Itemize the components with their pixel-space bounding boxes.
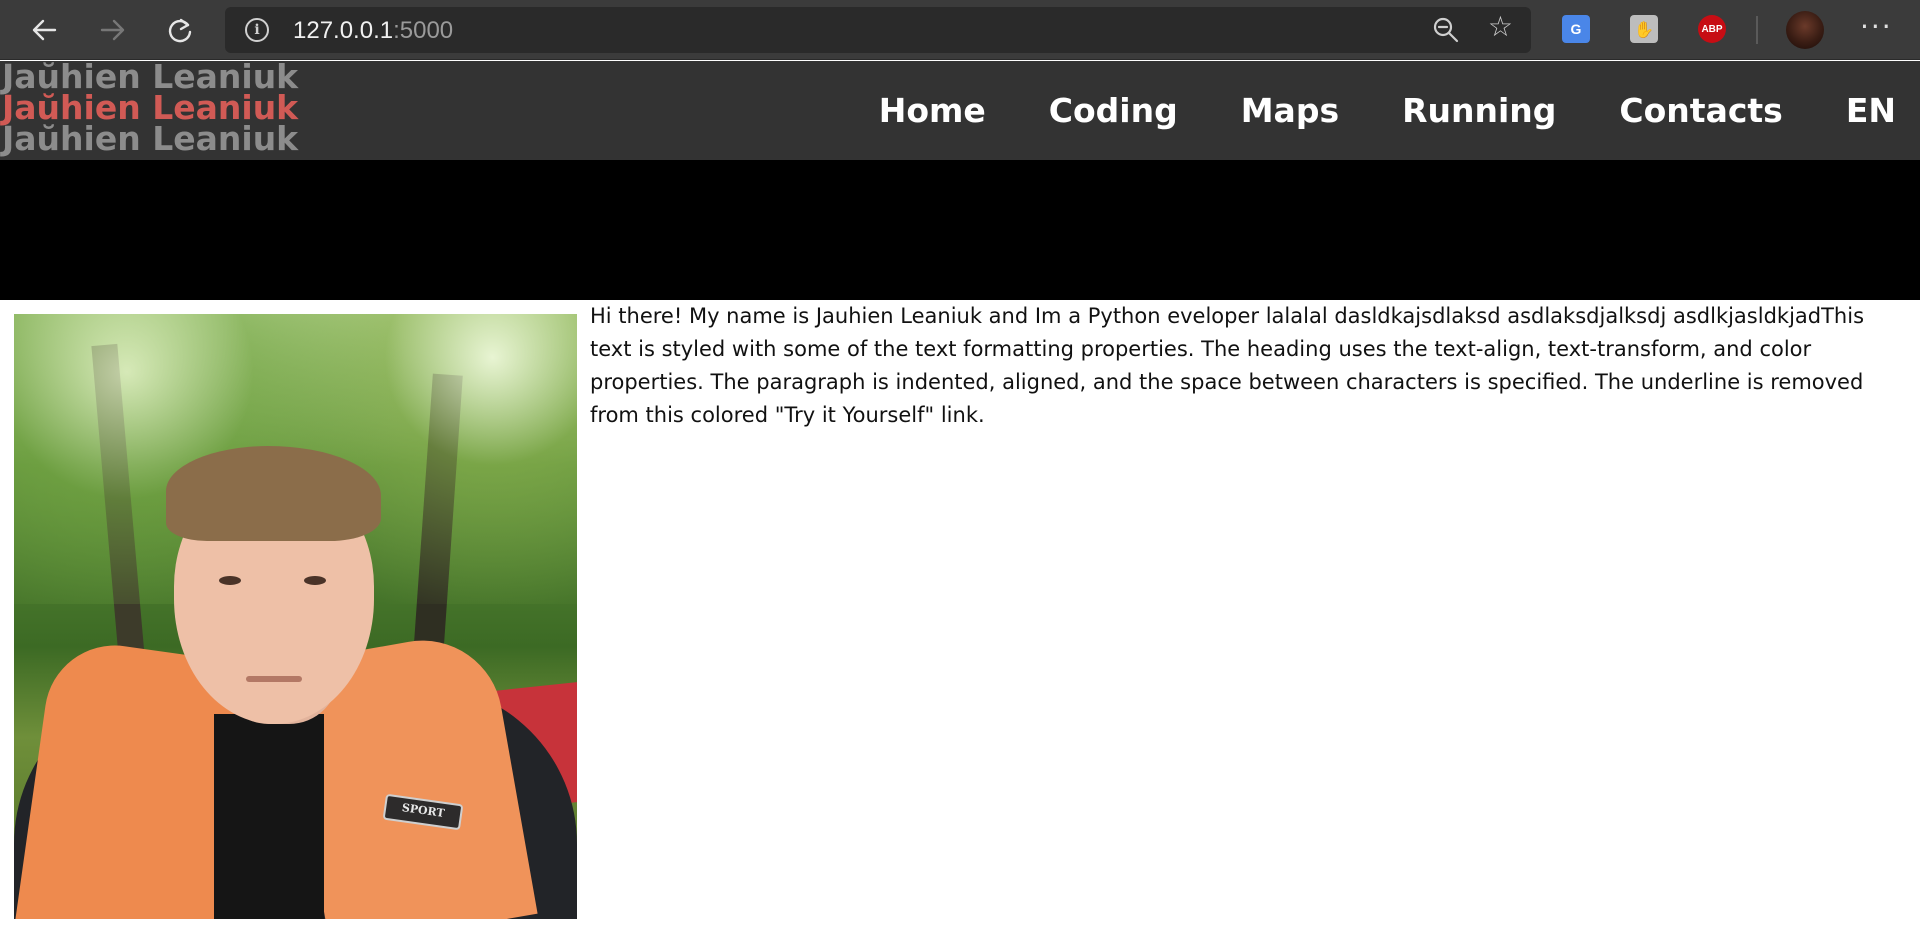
google-translate-icon[interactable]: G (1562, 15, 1590, 43)
forward-arrow-icon[interactable] (90, 8, 136, 52)
profile-avatar[interactable] (1786, 11, 1824, 49)
back-arrow-icon[interactable] (21, 8, 67, 52)
reload-icon[interactable] (157, 8, 203, 52)
photo-shirt (214, 714, 324, 919)
language-switcher[interactable]: EN (1846, 91, 1896, 130)
main-nav: Home Coding Maps Running Contacts EN (879, 61, 1920, 160)
profile-photo: SPORT (14, 314, 577, 919)
bio-paragraph: Hi there! My name is Jauhien Leaniuk and… (590, 304, 1865, 427)
url-host: 127.0.0.1 (293, 17, 394, 44)
photo-eye (219, 576, 241, 585)
zoom-out-icon[interactable] (1431, 15, 1461, 45)
toolbar-divider (1756, 16, 1758, 44)
logo-line-3: Jaŭhien Leaniuk (2, 119, 299, 158)
favorite-star-icon[interactable]: ☆ (1488, 13, 1513, 41)
hero-banner (0, 160, 1920, 300)
site-header: Jaŭhien Leaniuk Jaŭhien Leaniuk Jaŭhien … (0, 60, 1920, 160)
url-text[interactable]: 127.0.0.1:5000 (293, 17, 453, 45)
adblock-plus-icon[interactable]: ABP (1698, 15, 1726, 43)
nav-link-home[interactable]: Home (879, 91, 986, 130)
photo-eye (304, 576, 326, 585)
site-logo[interactable]: Jaŭhien Leaniuk Jaŭhien Leaniuk Jaŭhien … (2, 60, 299, 158)
photo-mouth (246, 676, 302, 682)
url-port: :5000 (393, 17, 454, 44)
hand-extension-icon[interactable]: ✋ (1630, 15, 1658, 43)
more-menu-icon[interactable]: ··· (1860, 10, 1893, 43)
site-info-icon[interactable]: i (245, 18, 269, 42)
nav-link-running[interactable]: Running (1402, 91, 1556, 130)
nav-link-maps[interactable]: Maps (1241, 91, 1339, 130)
address-bar[interactable]: i 127.0.0.1:5000 ☆ (225, 7, 1531, 53)
photo-hair (166, 446, 381, 541)
nav-link-coding[interactable]: Coding (1049, 91, 1178, 130)
browser-toolbar: i 127.0.0.1:5000 ☆ G ✋ ABP ··· (0, 0, 1920, 60)
nav-link-contacts[interactable]: Contacts (1619, 91, 1782, 130)
